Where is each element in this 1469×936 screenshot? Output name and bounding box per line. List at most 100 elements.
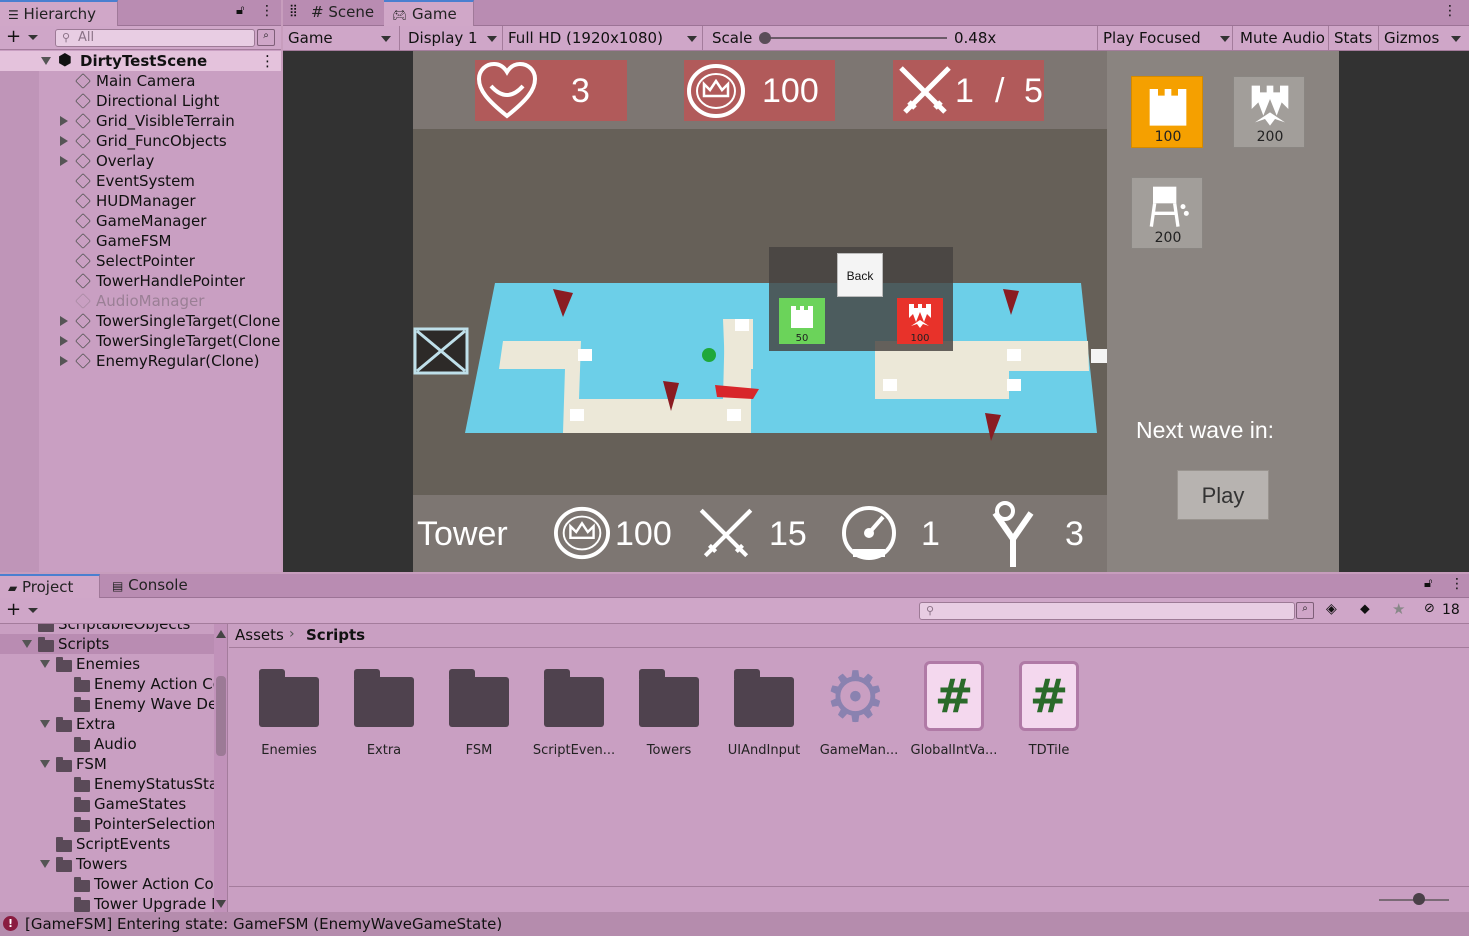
stats-toggle[interactable]: Stats [1329, 26, 1379, 50]
expand-arrow-icon[interactable] [60, 356, 68, 366]
shop-tower-single[interactable]: 100 [1131, 76, 1203, 148]
collapse-arrow-icon[interactable] [41, 57, 51, 65]
expand-arrow-icon[interactable] [60, 116, 68, 126]
hierarchy-item[interactable]: Main Camera [0, 71, 281, 91]
tree-folder-item[interactable]: Extra [0, 714, 214, 734]
icon-size-slider-thumb[interactable] [1413, 893, 1425, 905]
hierarchy-item[interactable]: Grid_FuncObjects [0, 131, 281, 151]
shop-tower-water[interactable]: 200 [1131, 177, 1203, 249]
panel-menu-icon[interactable]: ⋮ [1443, 3, 1457, 19]
hierarchy-item[interactable]: AudioManager [0, 291, 281, 311]
scene-menu-icon[interactable]: ⋮ [260, 51, 275, 71]
asset-item[interactable]: Towers [624, 659, 714, 759]
popup-alt-option[interactable]: 100 [897, 298, 943, 344]
status-bar[interactable]: ! [GameFSM] Entering state: GameFSM (Ene… [0, 912, 1469, 936]
view-dropdown[interactable]: Game [283, 26, 400, 50]
game-viewport[interactable]: 3 100 1 / 5 Back 50 100 Tower 100 15 1 3… [283, 51, 1469, 572]
expand-arrow-icon[interactable] [60, 336, 68, 346]
asset-item[interactable]: # TDTile [1004, 659, 1094, 759]
hierarchy-item[interactable]: TowerHandlePointer [0, 271, 281, 291]
hierarchy-item[interactable]: TowerSingleTarget(Clone) [0, 331, 281, 351]
search-options-icon[interactable]: ⌕ [1296, 602, 1314, 619]
panel-menu-icon[interactable]: ⋮ [1450, 576, 1464, 592]
expand-arrow-icon[interactable] [60, 156, 68, 166]
hidden-packages-icon[interactable]: ⊘ [1424, 601, 1435, 616]
scroll-up-icon[interactable] [216, 630, 226, 638]
collapse-arrow-icon[interactable] [22, 640, 32, 648]
tree-folder-item[interactable]: PointerSelection [0, 814, 216, 834]
hierarchy-item[interactable]: Grid_VisibleTerrain [0, 111, 281, 131]
scale-slider-track[interactable] [763, 37, 947, 39]
tree-folder-item[interactable]: Enemy Action Co [0, 674, 222, 694]
play-wave-button[interactable]: Play [1177, 470, 1269, 520]
add-dropdown-caret-icon[interactable] [28, 608, 38, 613]
favorite-star-icon[interactable]: ★ [1392, 600, 1405, 618]
filter-label-icon[interactable]: ⬥ [1360, 601, 1370, 617]
tree-folder-item[interactable]: Enemies [0, 654, 214, 674]
asset-item[interactable]: Enemies [244, 659, 334, 759]
tree-folder-item[interactable]: Enemy Wave De [0, 694, 217, 714]
tree-folder-item[interactable]: ScriptableObjects [0, 624, 214, 634]
collapse-arrow-icon[interactable] [40, 860, 50, 868]
tree-folder-item[interactable]: FSM [0, 754, 214, 774]
hierarchy-item[interactable]: EnemyRegular(Clone) [0, 351, 281, 371]
breadcrumb-scripts[interactable]: Scripts [306, 626, 365, 644]
asset-item[interactable]: # GlobalIntVa... [909, 659, 999, 759]
tree-scroll-thumb[interactable] [216, 676, 226, 756]
tree-scrollbar[interactable] [214, 624, 227, 912]
tree-folder-item[interactable]: Scripts [0, 634, 214, 654]
kebab-menu-icon[interactable]: ⋮ [260, 3, 274, 19]
scene-row[interactable]: ⬢ DirtyTestScene ⋮ [0, 51, 281, 71]
tab-scene[interactable]: # Scene [303, 0, 383, 26]
project-search-input[interactable]: ⚲ [919, 602, 1295, 620]
scale-slider-thumb[interactable] [759, 32, 771, 44]
hierarchy-item[interactable]: GameFSM [0, 231, 281, 251]
hierarchy-item[interactable]: Overlay [0, 151, 281, 171]
asset-item[interactable]: UIAndInput [719, 659, 809, 759]
shop-tower-splash[interactable]: 200 [1233, 76, 1305, 148]
collapse-arrow-icon[interactable] [40, 660, 50, 668]
tree-folder-item[interactable]: Towers [0, 854, 214, 874]
breadcrumb-assets[interactable]: Assets [235, 626, 284, 644]
tab-game[interactable]: 🎮︎ Game [384, 0, 474, 26]
tree-folder-item[interactable]: Tower Action Co [0, 874, 214, 894]
gizmos-dropdown[interactable]: Gizmos [1379, 26, 1469, 50]
filter-type-icon[interactable]: ◈ [1326, 601, 1337, 617]
tab-console[interactable]: ▤ Console [104, 574, 200, 598]
tree-folder-item[interactable]: Audio [0, 734, 214, 754]
tree-folder-item[interactable]: EnemyStatusSta [0, 774, 218, 794]
lock-icon[interactable]: 🔓︎ [1424, 576, 1432, 591]
play-focused-dropdown[interactable]: Play Focused [1097, 26, 1233, 50]
hierarchy-item[interactable]: TowerSingleTarget(Clone) [0, 311, 281, 331]
popup-back-button[interactable]: Back [837, 253, 883, 297]
lock-icon[interactable]: 🔓︎ [236, 3, 244, 18]
mute-audio-toggle[interactable]: Mute Audio [1235, 26, 1329, 50]
hierarchy-item[interactable]: HUDManager [0, 191, 281, 211]
popup-upgrade-option[interactable]: 50 [779, 298, 825, 344]
hierarchy-item[interactable]: EventSystem [0, 171, 281, 191]
asset-item[interactable]: Extra [339, 659, 429, 759]
resolution-dropdown[interactable]: Full HD (1920x1080) [503, 26, 703, 50]
asset-item[interactable]: ⚙ GameMan... [814, 657, 904, 759]
tree-folder-item[interactable]: ScriptEvents [0, 834, 214, 854]
expand-arrow-icon[interactable] [60, 316, 68, 326]
asset-item[interactable]: ScriptEven... [529, 659, 619, 759]
collapse-arrow-icon[interactable] [40, 760, 50, 768]
tree-folder-item[interactable]: GameStates [0, 794, 214, 814]
scroll-down-icon[interactable] [216, 900, 226, 908]
expand-arrow-icon[interactable] [60, 136, 68, 146]
add-icon[interactable]: + [6, 598, 21, 622]
add-icon[interactable]: + [6, 26, 21, 48]
display-dropdown[interactable]: Display 1 [403, 26, 503, 50]
tree-folder-item[interactable]: Tower Upgrade I [0, 894, 216, 912]
add-dropdown-caret-icon[interactable] [28, 35, 38, 40]
hierarchy-search-input[interactable]: ⚲ All [55, 29, 255, 47]
tab-hierarchy[interactable]: ☰ Hierarchy [0, 0, 118, 26]
search-options-icon[interactable]: ⌕ [257, 29, 275, 46]
hierarchy-item[interactable]: Directional Light [0, 91, 281, 111]
tab-project[interactable]: ▰ Project [0, 574, 100, 598]
hierarchy-item[interactable]: GameManager [0, 211, 281, 231]
collapse-arrow-icon[interactable] [40, 720, 50, 728]
hierarchy-item[interactable]: SelectPointer [0, 251, 281, 271]
asset-item[interactable]: FSM [434, 659, 524, 759]
